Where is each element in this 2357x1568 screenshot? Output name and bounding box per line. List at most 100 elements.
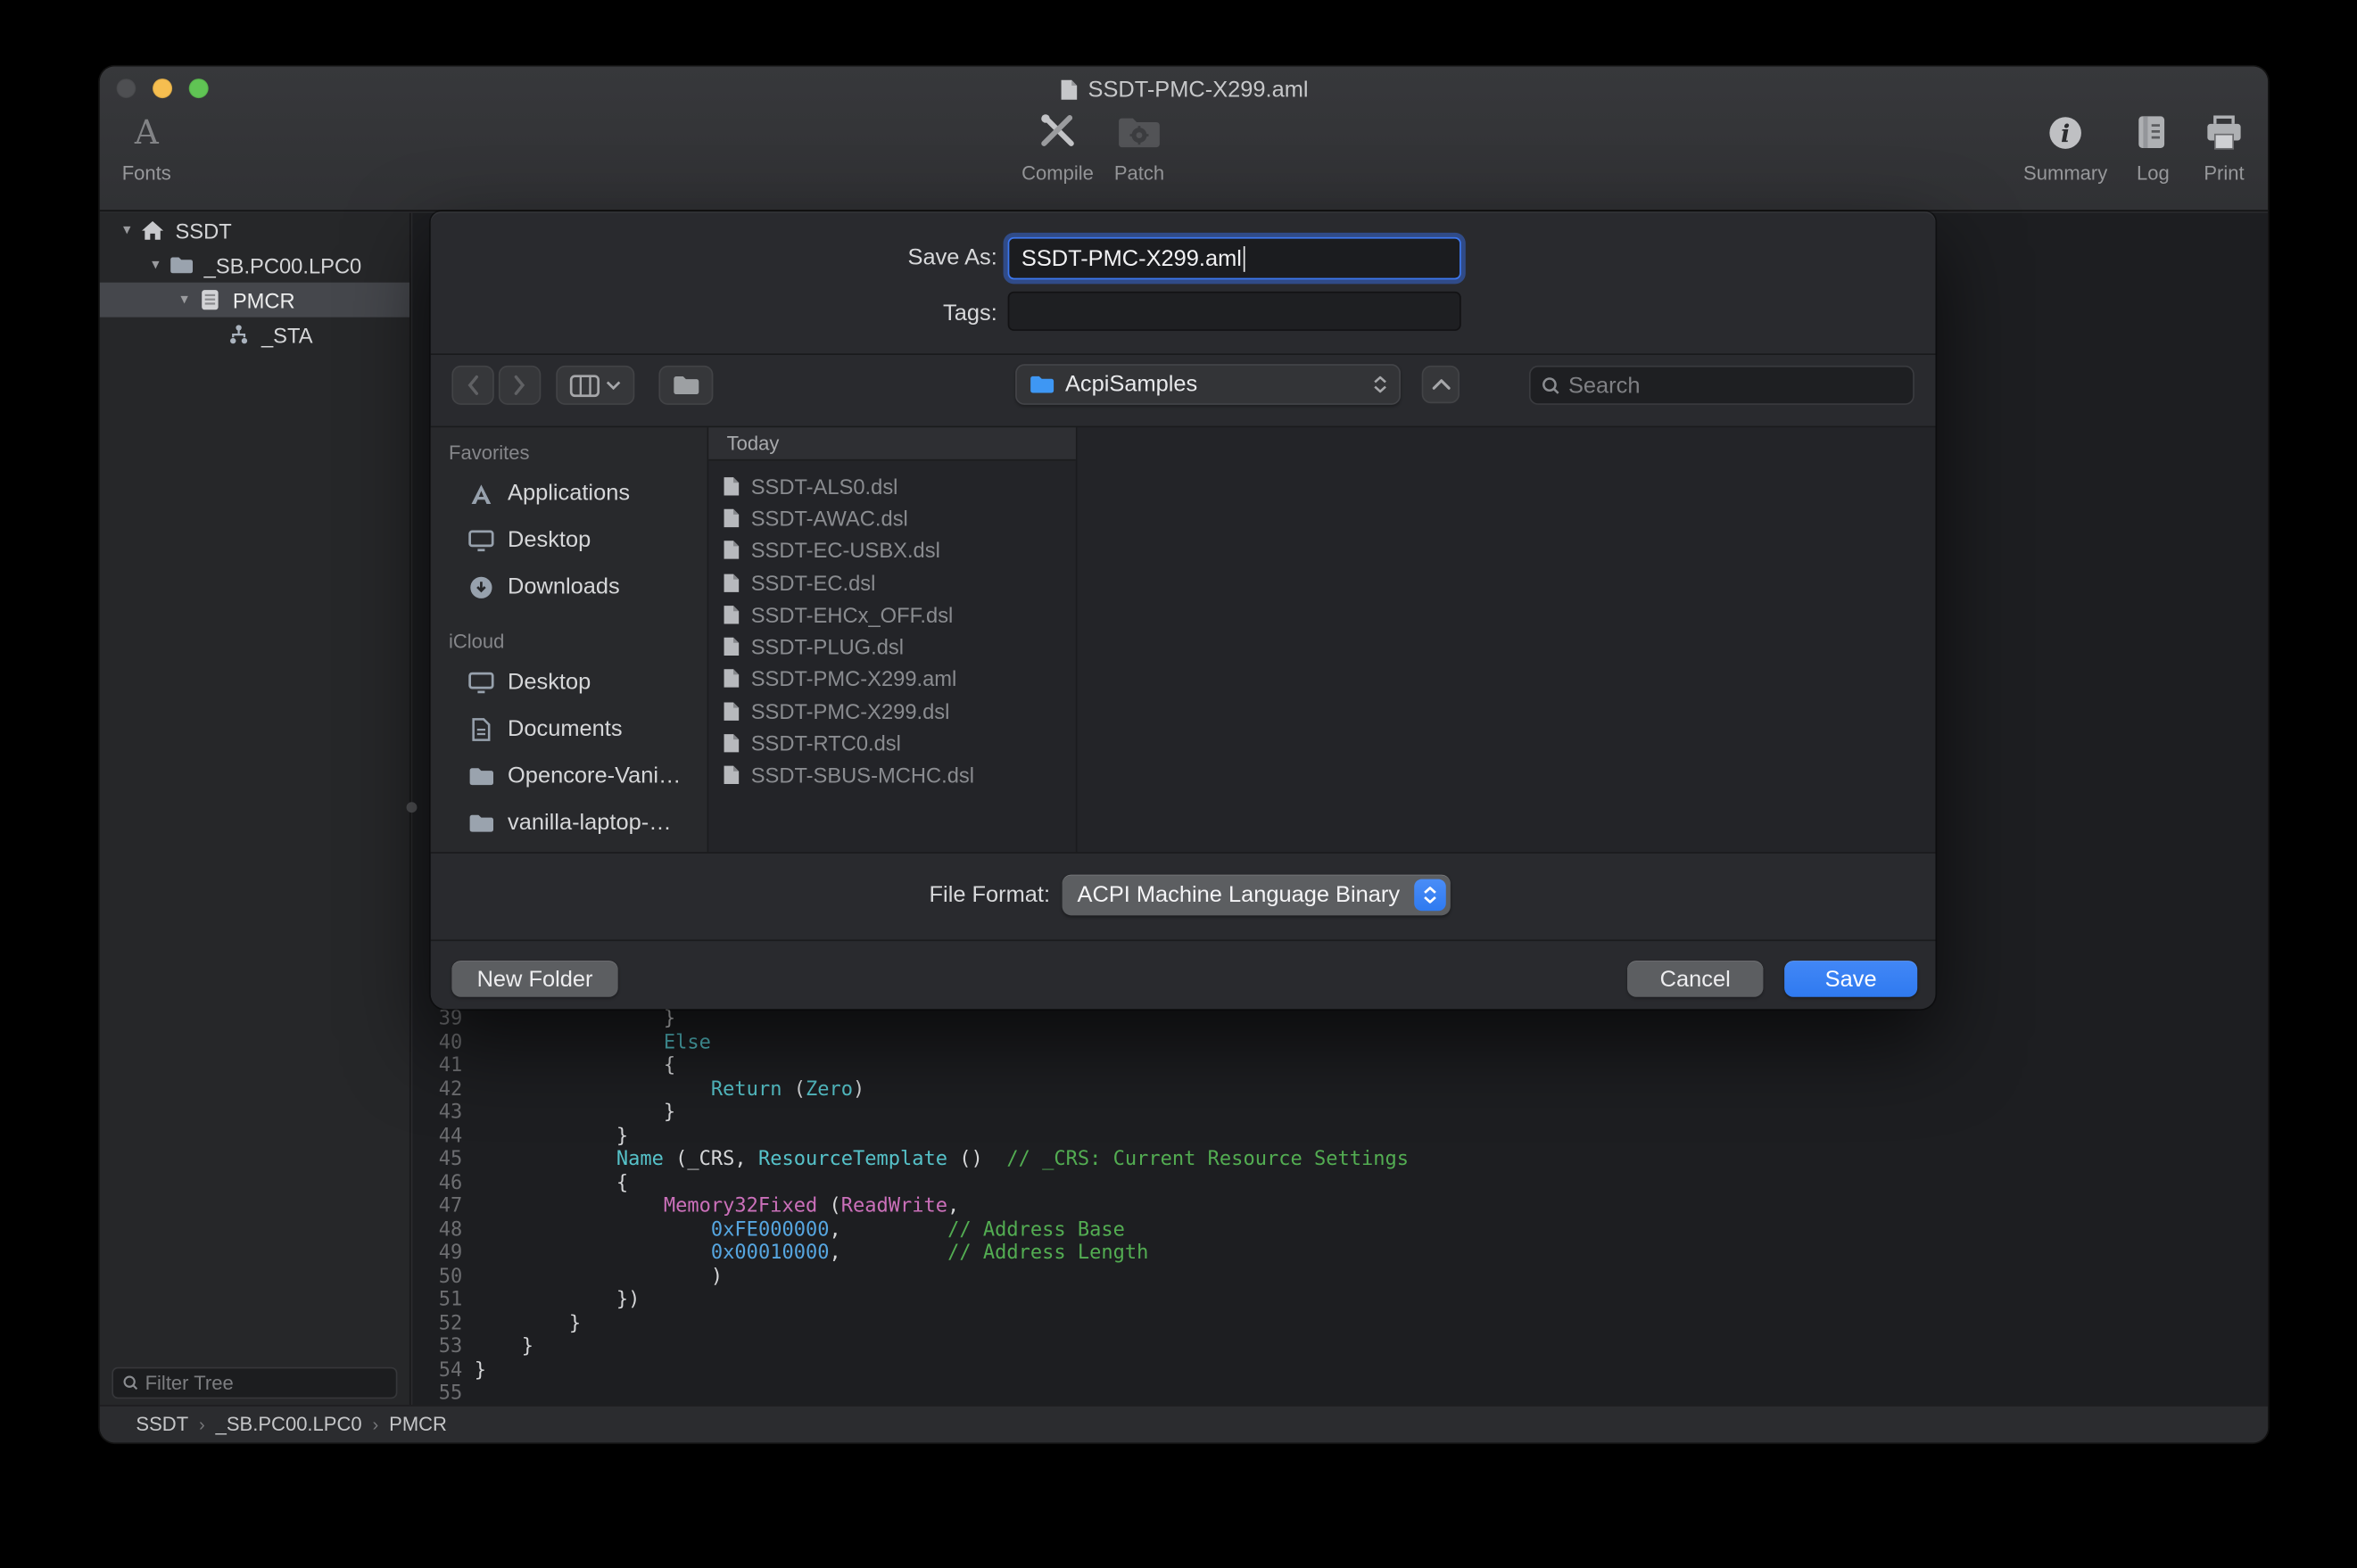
filter-tree-field[interactable] xyxy=(112,1367,397,1399)
sidebar-item-label: Desktop xyxy=(508,527,591,553)
line-number: 41 xyxy=(412,1054,462,1077)
file-item-ssdt-ehcx-off-dsl[interactable]: SSDT-EHCx_OFF.dsl xyxy=(708,598,1076,631)
file-name: SSDT-PMC-X299.dsl xyxy=(751,699,950,723)
location-popup[interactable]: AcpiSamples xyxy=(1015,364,1401,405)
code-line: 44 } xyxy=(412,1125,2268,1148)
desktop-icon xyxy=(467,527,493,553)
file-item-ssdt-ec-dsl[interactable]: SSDT-EC.dsl xyxy=(708,566,1076,598)
search-input[interactable] xyxy=(1568,372,1902,398)
file-item-ssdt-als0-dsl[interactable]: SSDT-ALS0.dsl xyxy=(708,470,1076,502)
file-item-ssdt-pmc-x299-aml[interactable]: SSDT-PMC-X299.aml xyxy=(708,663,1076,695)
updown-chevrons-icon xyxy=(1414,879,1446,912)
line-number: 51 xyxy=(412,1289,462,1312)
code-line: 55 xyxy=(412,1382,2268,1406)
file-item-ssdt-pmc-x299-dsl[interactable]: SSDT-PMC-X299.dsl xyxy=(708,695,1076,727)
save-as-field[interactable]: SSDT-PMC-X299.aml xyxy=(1008,237,1461,279)
line-number: 42 xyxy=(412,1077,462,1101)
file-format-value: ACPI Machine Language Binary xyxy=(1078,882,1415,908)
sidebar-item-desktop[interactable]: Desktop xyxy=(431,658,707,706)
desktop-icon xyxy=(467,669,493,695)
file-icon xyxy=(723,572,740,593)
code-text: }) xyxy=(462,1289,640,1312)
divider xyxy=(431,939,1936,941)
file-name: SSDT-EC-USBX.dsl xyxy=(751,538,940,562)
code-text: } xyxy=(462,1335,533,1358)
file-format-popup[interactable]: ACPI Machine Language Binary xyxy=(1063,875,1451,916)
file-item-ssdt-plug-dsl[interactable]: SSDT-PLUG.dsl xyxy=(708,631,1076,663)
splitter-handle[interactable] xyxy=(407,802,418,813)
code-line: 47 Memory32Fixed (ReadWrite, xyxy=(412,1195,2268,1218)
sidebar-item-downloads[interactable]: Downloads xyxy=(431,564,707,611)
forward-button[interactable] xyxy=(499,366,541,405)
info-icon: i xyxy=(2046,109,2085,157)
file-icon xyxy=(723,604,740,625)
tree-item-pmcr[interactable]: ▾PMCR xyxy=(100,283,409,318)
search-icon xyxy=(1541,375,1560,395)
code-line: 45 Name (_CRS, ResourceTemplate () // _C… xyxy=(412,1148,2268,1171)
file-item-ssdt-awac-dsl[interactable]: SSDT-AWAC.dsl xyxy=(708,502,1076,534)
code-text: Else xyxy=(462,1031,711,1054)
sidebar-item-label: Opencore-Vani… xyxy=(508,763,681,788)
folder-button[interactable] xyxy=(658,366,713,405)
code-text: Return (Zero) xyxy=(462,1077,864,1101)
tree-item-label: _STA xyxy=(261,323,313,347)
code-line: 51 }) xyxy=(412,1289,2268,1312)
view-mode-button[interactable] xyxy=(556,366,634,405)
breadcrumb-separator: › xyxy=(372,1414,378,1435)
disclosure-triangle-icon[interactable]: ▾ xyxy=(115,222,139,239)
svg-text:A: A xyxy=(134,113,160,152)
tags-label: Tags: xyxy=(943,301,997,326)
code-line: 43 } xyxy=(412,1102,2268,1125)
code-lines: 39 }40 Else41 {42 Return (Zero)43 }44 }4… xyxy=(412,1008,2268,1406)
code-text: 0xFE000000, // Address Base xyxy=(462,1218,1125,1242)
search-field[interactable] xyxy=(1529,366,1915,405)
sidebar-item-applications[interactable]: Applications xyxy=(431,470,707,517)
file-icon xyxy=(723,668,740,689)
tree-item-label: _SB.PC00.LPC0 xyxy=(204,253,362,277)
sidebar-item-documents[interactable]: Documents xyxy=(431,706,707,753)
document-icon xyxy=(1059,78,1079,100)
disclosure-triangle-icon[interactable]: ▾ xyxy=(144,257,168,274)
fonts-button[interactable]: A Fonts xyxy=(100,109,211,185)
file-item-ssdt-rtc0-dsl[interactable]: SSDT-RTC0.dsl xyxy=(708,727,1076,759)
column-view-icon xyxy=(569,374,600,396)
file-item-ssdt-sbus-mchc-dsl[interactable]: SSDT-SBUS-MCHC.dsl xyxy=(708,759,1076,791)
filter-tree-input[interactable] xyxy=(145,1372,387,1394)
file-item-ssdt-ec-usbx-dsl[interactable]: SSDT-EC-USBX.dsl xyxy=(708,534,1076,566)
save-button[interactable]: Save xyxy=(1784,961,1917,997)
new-folder-button[interactable]: New Folder xyxy=(451,961,617,997)
tree-item-label: SSDT xyxy=(175,219,231,243)
sidebar-item-label: Downloads xyxy=(508,574,620,600)
sidebar-item-desktop[interactable]: Desktop xyxy=(431,516,707,564)
code-line: 42 Return (Zero) xyxy=(412,1077,2268,1101)
print-button[interactable]: Print xyxy=(2161,109,2268,185)
file-group-label: Today xyxy=(727,432,780,454)
code-text: } xyxy=(462,1102,675,1125)
code-line: 48 0xFE000000, // Address Base xyxy=(412,1218,2268,1242)
method-icon xyxy=(225,323,252,347)
tree-item-sb-pc00-lpc0[interactable]: ▾ _SB.PC00.LPC0 xyxy=(100,248,409,283)
sidebar-item-opencore-vani[interactable]: Opencore-Vani… xyxy=(431,752,707,799)
breadcrumb-item[interactable]: SSDT xyxy=(136,1413,188,1435)
back-button[interactable] xyxy=(451,366,493,405)
sidebar-item-label: vanilla-laptop-… xyxy=(508,810,672,836)
line-number: 39 xyxy=(412,1008,462,1031)
tree-item-sta[interactable]: _STA xyxy=(100,318,409,352)
cancel-button[interactable]: Cancel xyxy=(1627,961,1763,997)
file-icon xyxy=(723,540,740,561)
tags-field[interactable] xyxy=(1008,292,1461,331)
line-number: 52 xyxy=(412,1312,462,1335)
breadcrumb-item[interactable]: _SB.PC00.LPC0 xyxy=(216,1413,362,1435)
patch-button[interactable]: Patch xyxy=(1076,109,1203,185)
breadcrumb-item[interactable]: PMCR xyxy=(389,1413,447,1435)
toolbar-label: Print xyxy=(2204,161,2244,184)
file-icon xyxy=(723,636,740,657)
disclosure-triangle-icon[interactable]: ▾ xyxy=(172,292,196,309)
chevron-down-icon xyxy=(606,381,621,390)
sidebar-item-vanilla-laptop[interactable]: vanilla-laptop-… xyxy=(431,799,707,846)
code-line: 50 ) xyxy=(412,1265,2268,1288)
tree-item-ssdt[interactable]: ▾ SSDT xyxy=(100,213,409,248)
collapse-sheet-button[interactable] xyxy=(1422,366,1460,403)
code-line: 46 { xyxy=(412,1171,2268,1194)
breadcrumb: SSDT›_SB.PC00.LPC0›PMCR xyxy=(136,1411,447,1438)
